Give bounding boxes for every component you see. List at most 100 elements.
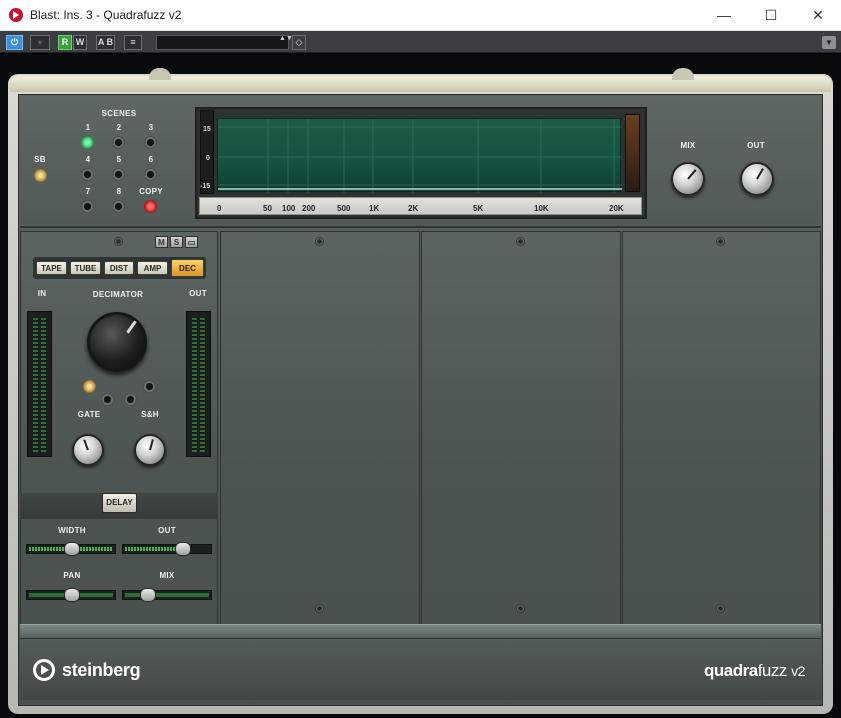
read-automation-button[interactable]: R [58,35,72,50]
scene-button-6[interactable] [144,168,157,181]
steinberg-logo-icon [33,659,55,681]
screw [716,604,725,613]
freq-label-1k: 1K [369,204,380,213]
screw [315,604,324,613]
maximize-button[interactable]: ☐ [748,0,794,31]
scene-label-4: 4 [85,155,91,164]
close-button[interactable]: ✕ [795,0,841,31]
db-label-15: 15 [203,126,211,133]
scene-label-2: 2 [116,123,122,132]
band-panel-2 [220,231,420,625]
band1-mix-slider-thumb[interactable] [140,588,156,602]
mode-tube-button[interactable]: TUBE [70,261,101,275]
band1-out-label: OUT [189,289,207,298]
band1-input-meter [27,311,52,457]
pan-label: PAN [63,571,81,580]
scene-label-5: 5 [116,155,122,164]
master-out-label: OUT [747,141,765,150]
product-name-light: fuzz [757,661,788,680]
mode-amp-button[interactable]: AMP [137,261,168,275]
decimator-knob[interactable] [87,312,147,372]
pan-slider[interactable] [26,588,116,602]
gate-knob[interactable] [72,434,104,466]
band-panel-3 [421,231,621,625]
scene-button-7[interactable] [81,200,94,213]
top-strip [10,76,831,92]
copy-label: COPY [139,187,163,196]
crossover-graph[interactable] [217,118,622,193]
freq-label-0: 0 [217,204,222,213]
band1-out-slider-thumb[interactable] [175,542,191,556]
decimator-option-4-button[interactable] [143,380,156,393]
display-db-scale [200,110,214,194]
scene-label-1: 1 [85,123,91,132]
mode-dec-button[interactable]: DEC [171,259,204,277]
scene-button-1[interactable] [81,136,94,149]
window-title: Blast: Ins. 3 - Quadrafuzz v2 [30,8,182,22]
preset-field[interactable] [156,35,289,50]
screw [516,604,525,613]
freq-label-50: 50 [263,204,272,213]
scene-button-2[interactable] [112,136,125,149]
minimize-button[interactable]: — [701,0,747,31]
copy-button[interactable] [144,200,157,213]
screw [114,237,123,246]
band1-output-meter [186,311,211,457]
delay-button[interactable]: DELAY [102,493,137,513]
band1-in-label: IN [37,289,47,298]
band1-bypass-button[interactable]: ▭ [185,236,198,248]
scene-label-6: 6 [148,155,154,164]
bypass-button[interactable]: ▫ [30,35,50,50]
scene-button-4[interactable] [81,168,94,181]
band1-out2-label: OUT [158,526,176,535]
preset-tag-icon[interactable]: ◇ [292,35,306,50]
freq-label-5k: 5K [473,204,484,213]
sh-knob[interactable] [134,434,166,466]
band1-mix-slider[interactable] [122,588,212,602]
power-icon[interactable]: ⏻ [6,35,23,50]
band1-solo-button[interactable]: S [170,236,183,248]
plugin-menu-button[interactable]: ≡ [124,35,142,50]
preset-stepper[interactable]: ▲▼ [279,35,293,50]
master-out-knob[interactable] [740,162,774,196]
master-mix-knob[interactable] [671,162,705,196]
scene-button-5[interactable] [112,168,125,181]
sh-label: S&H [141,410,159,419]
bottom-rail [20,624,821,638]
freq-label-100: 100 [282,204,296,213]
freq-label-200: 200 [302,204,316,213]
master-mix-label: MIX [680,141,696,150]
width-slider-thumb[interactable] [64,542,80,556]
screw [516,237,525,246]
scene-label-8: 8 [116,187,122,196]
scene-label-3: 3 [148,123,154,132]
decimator-option-2-button[interactable] [101,393,114,406]
product-name: quadrafuzz v2 [704,661,805,681]
sb-button[interactable] [34,169,47,182]
mode-tape-button[interactable]: TAPE [36,261,67,275]
db-label-minus15: -15 [200,183,211,190]
gate-label: GATE [77,410,101,419]
width-label: WIDTH [58,526,86,535]
window-titlebar: Blast: Ins. 3 - Quadrafuzz v2 — ☐ ✕ [0,0,841,31]
pan-slider-thumb[interactable] [64,588,80,602]
decimator-option-3-button[interactable] [124,393,137,406]
band1-out-slider[interactable] [122,542,212,556]
mode-dist-button[interactable]: DIST [104,261,134,275]
sb-label: SB [34,155,46,164]
scene-button-8[interactable] [112,200,125,213]
band1-mute-button[interactable]: M [155,236,168,248]
scenes-label: SCENES [101,109,137,118]
scene-button-3[interactable] [144,136,157,149]
scene-label-7: 7 [85,187,91,196]
db-label-0: 0 [206,155,210,162]
display-output-meter [625,114,640,192]
width-slider[interactable] [26,542,116,556]
decimator-option-1-button[interactable] [83,380,96,393]
decimator-label: DECIMATOR [92,290,144,299]
write-automation-button[interactable]: W [73,35,87,50]
ab-compare-button[interactable]: A B [96,35,115,50]
toolbar-dropdown-icon[interactable]: ▼ [822,36,836,49]
mount-bracket-left [149,68,171,80]
steinberg-brand: steinberg [62,660,141,680]
